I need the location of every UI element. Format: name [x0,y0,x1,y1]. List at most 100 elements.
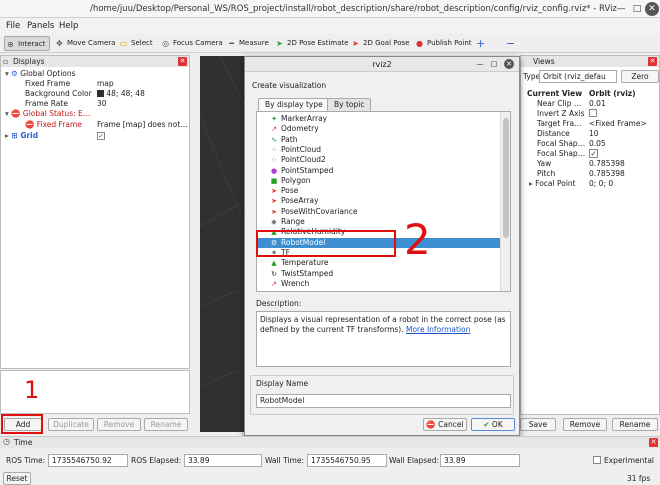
display-type-item[interactable]: ➤ PoseWithCovariance [271,207,357,217]
expand-arrow-icon[interactable]: ▾ [5,69,9,78]
wall-time-field[interactable]: 1735546750.95 [307,454,387,467]
tool-bar: ⊕ Interact ✥ Move Camera ▭ Select ◎ Focus Ca… [0,34,660,53]
focal-shape-checkbox[interactable]: ✓ [589,149,598,158]
remove-tool-button[interactable]: − [506,36,520,51]
view-prop-value[interactable]: <Fixed Frame> [589,119,647,129]
view-prop-value[interactable]: 0.05 [589,139,606,149]
display-type-item[interactable]: ➤ Pose [271,186,298,196]
expand-arrow-icon[interactable]: ▸ [5,131,9,140]
invert-z-checkbox[interactable] [589,109,597,117]
display-type-item[interactable]: ↗ Wrench [271,279,309,289]
maximize-icon[interactable]: □ [630,2,644,16]
views-close-icon[interactable]: ✕ [648,57,657,66]
menu-file[interactable]: File [6,21,20,31]
view-prop-value[interactable]: 0.785398 [589,169,625,179]
minimize-icon[interactable]: — [614,2,628,16]
rename-view-button[interactable]: Rename [612,418,658,431]
grid-checkbox[interactable]: ✓ [97,131,105,141]
display-type-item[interactable]: ● PointStamped [271,166,333,176]
frame-rate-value[interactable]: 30 [97,99,107,109]
display-type-label: Polygon [281,175,311,185]
display-type-item[interactable]: ⁘ PointCloud [271,145,321,155]
time-close-icon[interactable]: ✕ [649,438,658,447]
zero-button[interactable]: Zero [621,70,659,83]
menu-panels[interactable]: Panels [27,21,54,31]
select-tool[interactable]: ▭ Select [118,36,153,51]
description-box: Displays a visual representation of a ro… [256,311,511,367]
error-icon: ⛔ [25,120,35,129]
display-name-input[interactable]: RobotModel [256,394,511,408]
remove-display-button[interactable]: Remove [97,418,141,431]
view-prop-name: Pitch [537,169,556,178]
add-tool-button[interactable]: + [476,36,490,51]
frame-rate-label: Frame Rate [25,99,68,108]
display-type-item[interactable]: ✦ MarkerArray [271,114,327,124]
fixed-frame-error-row[interactable]: ⛔ Fixed Frame [25,120,82,130]
goal-pose-tool[interactable]: ➤ 2D Goal Pose [350,36,409,51]
fixed-frame-value[interactable]: map [97,79,114,89]
global-options-row[interactable]: ▾ ⚙ Global Options [5,69,76,79]
reset-button[interactable]: Reset [3,472,31,485]
focal-point-row[interactable]: ▸ Focal Point [529,179,576,189]
dialog-close-icon[interactable]: ✕ [504,59,514,69]
list-scrollbar[interactable] [500,112,510,291]
bg-color-value[interactable]: 48; 48; 48 [97,89,145,99]
view-prop-value[interactable]: 0.785398 [589,159,625,169]
global-status-row[interactable]: ▾ ⛔ Global Status: E… [5,109,90,119]
display-type-item[interactable]: ⁘ PointCloud2 [271,155,326,165]
view-prop-value[interactable]: 0; 0; 0 [589,179,613,189]
remove-view-button[interactable]: Remove [563,418,607,431]
ros-time-field[interactable]: 1735546750.92 [48,454,128,467]
view-type-select[interactable]: Orbit (rviz_defau [539,70,617,83]
expand-arrow-icon[interactable]: ▾ [5,109,9,118]
wall-elapsed-field[interactable]: 33.89 [440,454,520,467]
grid-row[interactable]: ▸ ⊞ Grid [5,131,38,141]
view-prop-value[interactable]: 10 [589,129,599,139]
focus-camera-tool[interactable]: ◎ Focus Camera [160,36,223,51]
display-type-item[interactable]: ▲ Temperature [271,258,328,268]
menu-help[interactable]: Help [59,21,78,31]
measure-tool[interactable]: ━ Measure [226,36,269,51]
display-type-item[interactable]: ∿ Path [271,135,297,145]
pose-estimate-tool[interactable]: ➤ 2D Pose Estimate [274,36,348,51]
ok-button[interactable]: ✔ OK [471,418,515,431]
display-type-icon: ▲ [271,259,277,268]
display-type-list[interactable]: ✦ MarkerArray ↗ Odometry ∿ Path ⁘ PointCloud ⁘ Po… [256,111,511,292]
ros-time-label: ROS Time: [6,456,46,465]
display-type-item[interactable]: ◆ Range [271,217,304,227]
time-panel: ◷ Time ✕ ROS Time: 1735546750.92 ROS Ela… [0,436,660,485]
scroll-thumb[interactable] [503,118,509,238]
interact-tool[interactable]: ⊕ Interact [4,36,51,51]
displays-panel: Displays ✕ ▫ ▾ ⚙ Global Options Fixed Fr… [0,55,190,369]
rename-display-button[interactable]: Rename [144,418,188,431]
dialog-maximize-icon[interactable]: □ [489,59,499,69]
more-information-link[interactable]: More Information [406,325,470,334]
dialog-minimize-icon[interactable]: — [475,59,485,69]
ros-elapsed-field[interactable]: 33.89 [184,454,262,467]
display-type-label: TwistStamped [281,268,334,278]
duplicate-button[interactable]: Duplicate [48,418,94,431]
display-type-item[interactable]: ↻ TwistStamped [271,268,334,279]
display-type-icon: ➤ [271,187,277,196]
view-prop-name: Near Clip … [537,99,582,108]
tab-by-topic[interactable]: By topic [327,98,372,111]
publish-point-tool[interactable]: ● Publish Point [414,36,472,51]
cancel-button[interactable]: ⛔ Cancel [423,418,467,431]
tab-by-display-type[interactable]: By display type [258,98,330,111]
display-name-label: Display Name [256,379,309,388]
current-view-label: Current View [527,89,583,98]
display-type-icon: ⁘ [271,145,277,154]
expand-arrow-icon[interactable]: ▸ [529,179,533,188]
displays-close-icon[interactable]: ✕ [178,57,187,66]
goal-pose-icon: ➤ [352,39,359,48]
displays-panel-icon: ▫ [3,57,9,66]
experimental-checkbox[interactable] [593,456,601,464]
display-type-item[interactable]: ■ Polygon [271,175,311,186]
views-header: Views ✕ [521,56,659,67]
view-prop-value[interactable]: 0.01 [589,99,606,109]
save-view-button[interactable]: Save [520,418,556,431]
close-icon[interactable]: ✕ [645,2,659,16]
display-type-item[interactable]: ➤ PoseArray [271,196,319,206]
move-camera-tool[interactable]: ✥ Move Camera [54,36,115,51]
display-type-item[interactable]: ↗ Odometry [271,124,319,134]
